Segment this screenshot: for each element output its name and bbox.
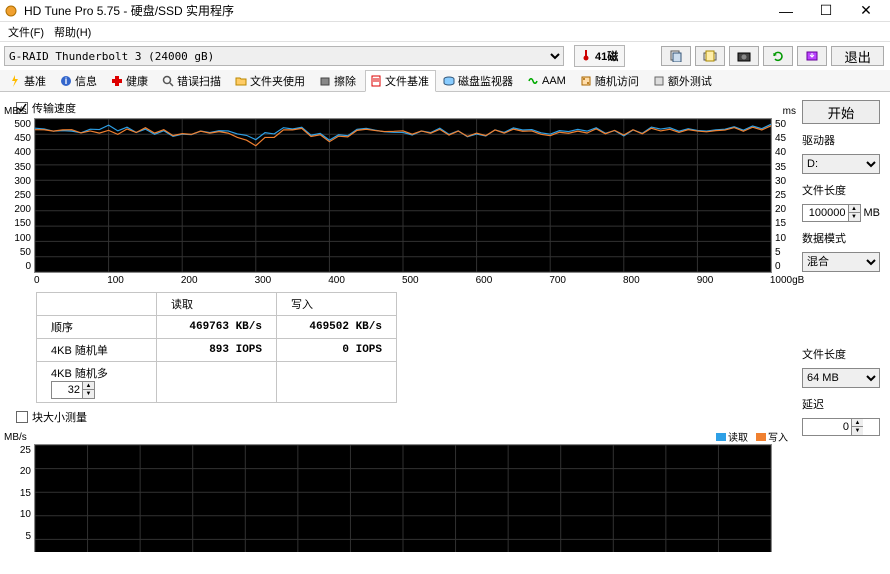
filelen-spinner[interactable]: ▲▼ bbox=[802, 204, 861, 222]
tab-aam[interactable]: AAM bbox=[522, 72, 573, 90]
start-button[interactable]: 开始 bbox=[802, 100, 880, 124]
exit-button[interactable]: 退出 bbox=[831, 46, 884, 66]
chart1-title: 传输速度 bbox=[32, 100, 76, 116]
menu-help[interactable]: 帮助(H) bbox=[54, 24, 91, 40]
filelen2-label: 文件长度 bbox=[802, 346, 880, 362]
tab-random[interactable]: 随机访问 bbox=[575, 70, 646, 92]
save-button[interactable] bbox=[797, 46, 827, 66]
tab-plus[interactable]: 健康 bbox=[106, 70, 155, 92]
tab-disk[interactable]: 磁盘监视器 bbox=[438, 70, 520, 92]
extra-icon bbox=[653, 75, 665, 87]
tab-info[interactable]: i信息 bbox=[55, 70, 104, 92]
svg-text:i: i bbox=[65, 76, 68, 86]
chart2-title: 块大小测量 bbox=[32, 409, 87, 425]
thermometer-icon bbox=[581, 49, 591, 64]
tab-extra[interactable]: 额外测试 bbox=[648, 70, 719, 92]
delay-label: 延迟 bbox=[802, 396, 880, 412]
erase-icon bbox=[319, 75, 331, 87]
drive-label: 驱动器 bbox=[802, 132, 880, 148]
target-drive-select[interactable]: D: bbox=[802, 154, 880, 174]
queue-depth-spinner[interactable]: ▲▼ bbox=[51, 381, 95, 399]
plus-icon bbox=[111, 75, 123, 87]
transfer-chart: 500450400350300250200150100500 504540353… bbox=[34, 118, 772, 273]
menu-file[interactable]: 文件(F) bbox=[8, 24, 44, 40]
search-icon bbox=[162, 75, 174, 87]
file-icon bbox=[370, 75, 382, 87]
filelen2-select[interactable]: 64 MB bbox=[802, 368, 880, 388]
folder-icon bbox=[235, 75, 247, 87]
refresh-button[interactable] bbox=[763, 46, 793, 66]
copy-button[interactable] bbox=[661, 46, 691, 66]
tab-file[interactable]: 文件基准 bbox=[365, 70, 436, 92]
aam-icon bbox=[527, 75, 539, 87]
camera-button[interactable] bbox=[729, 46, 759, 66]
tab-folder[interactable]: 文件夹使用 bbox=[230, 70, 312, 92]
spin-up[interactable]: ▲ bbox=[82, 382, 94, 390]
window-title: HD Tune Pro 5.75 - 硬盘/SSD 实用程序 bbox=[24, 2, 766, 19]
random-icon bbox=[580, 75, 592, 87]
spin-down[interactable]: ▼ bbox=[82, 390, 94, 398]
tab-erase[interactable]: 擦除 bbox=[314, 70, 363, 92]
filelen-label: 文件长度 bbox=[802, 182, 880, 198]
delay-spinner[interactable]: ▲▼ bbox=[802, 418, 880, 436]
tab-search[interactable]: 错误扫描 bbox=[157, 70, 228, 92]
close-button[interactable]: ✕ bbox=[846, 1, 886, 21]
blocksize-checkbox[interactable] bbox=[16, 411, 28, 423]
results-table: 读取写入 顺序469763 KB/s469502 KB/s 4KB 随机单893… bbox=[36, 292, 397, 403]
tab-bolt[interactable]: 基准 bbox=[4, 70, 53, 92]
drive-select[interactable]: G-RAID Thunderbolt 3 (24000 gB) bbox=[4, 46, 564, 66]
maximize-button[interactable]: ☐ bbox=[806, 1, 846, 21]
mode-select[interactable]: 混合 bbox=[802, 252, 880, 272]
blocksize-chart: 2520151050 bbox=[34, 444, 772, 552]
info-icon: i bbox=[60, 75, 72, 87]
app-icon bbox=[4, 4, 18, 18]
temperature-badge: 41磁 bbox=[574, 45, 625, 67]
disk-icon bbox=[443, 75, 455, 87]
screenshot-button[interactable] bbox=[695, 46, 725, 66]
minimize-button[interactable]: — bbox=[766, 1, 806, 21]
mode-label: 数据模式 bbox=[802, 230, 880, 246]
bolt-icon bbox=[9, 75, 21, 87]
